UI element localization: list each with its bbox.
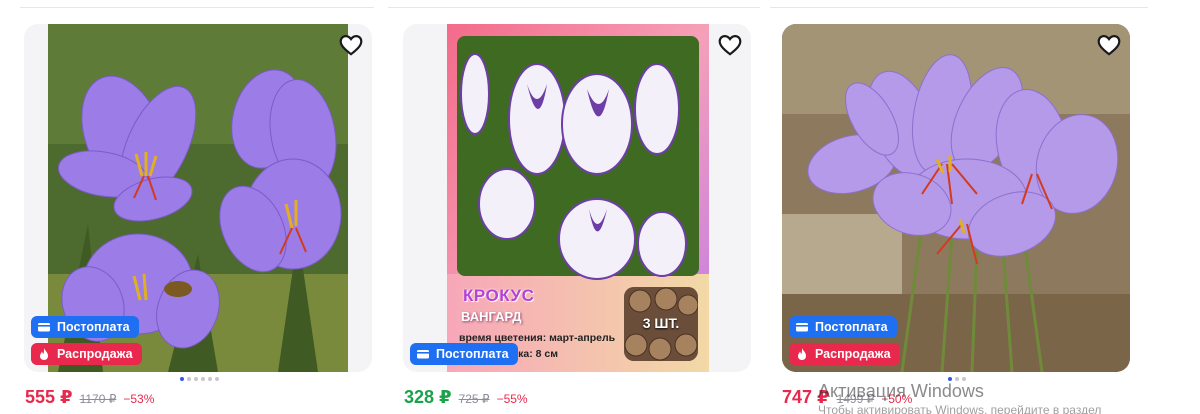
heart-icon	[718, 35, 742, 56]
heart-icon	[339, 35, 363, 56]
card-icon	[796, 323, 808, 332]
postpay-badge: Постоплата	[410, 343, 518, 365]
pagination-dot[interactable]	[215, 377, 219, 381]
fire-icon	[798, 348, 806, 360]
product-card-2[interactable]: КРОКУС ВАНГАРД время цветения: март-апре…	[403, 24, 751, 372]
top-divider	[770, 7, 1148, 8]
price-row: 328 ₽ 725 ₽ −55%	[404, 387, 528, 408]
fire-icon	[40, 348, 48, 360]
product-card-1[interactable]: Постоплата Распродажа	[24, 24, 372, 372]
old-price: 1170 ₽	[79, 392, 117, 406]
heart-icon	[1097, 35, 1121, 56]
postpay-badge: Постоплата	[31, 316, 139, 338]
current-price: 555 ₽	[25, 387, 73, 407]
badge-label: Распродажа	[57, 347, 133, 361]
badge-label: Постоплата	[436, 347, 509, 361]
badge-label: Постоплата	[57, 320, 130, 334]
favorite-button[interactable]	[1096, 32, 1122, 58]
quantity-label: 3 ШТ.	[642, 315, 680, 331]
favorite-button[interactable]	[338, 32, 364, 58]
pagination-dot[interactable]	[201, 377, 205, 381]
pagination-dot[interactable]	[194, 377, 198, 381]
image-pagination[interactable]	[180, 377, 219, 381]
poster-title: КРОКУС	[463, 286, 535, 305]
card-icon	[38, 323, 50, 332]
windows-activation-watermark: Активация Windows	[818, 381, 984, 401]
top-divider	[20, 7, 374, 8]
bulb-quantity-image: 3 ШТ.	[624, 287, 698, 361]
windows-activation-hint: Чтобы активировать Windows, перейдите в …	[818, 403, 1102, 414]
sale-badge: Распродажа	[31, 343, 142, 365]
card-icon	[417, 350, 429, 359]
pagination-dot[interactable]	[180, 377, 184, 381]
current-price: 328 ₽	[404, 387, 452, 407]
price-row: 555 ₽ 1170 ₽ −53%	[25, 387, 154, 408]
pagination-dot[interactable]	[208, 377, 212, 381]
favorite-button[interactable]	[717, 32, 743, 58]
pagination-dot[interactable]	[187, 377, 191, 381]
poster-subtitle: ВАНГАРД	[461, 309, 522, 324]
product-card-3[interactable]: Постоплата Распродажа	[782, 24, 1130, 372]
discount-label: −55%	[496, 392, 528, 406]
badge-label: Распродажа	[815, 347, 891, 361]
top-divider	[388, 7, 760, 8]
postpay-badge: Постоплата	[789, 316, 897, 338]
sale-badge: Распродажа	[789, 343, 900, 365]
old-price: 725 ₽	[458, 392, 490, 406]
poster-line: тка: 8 см	[513, 348, 559, 360]
badge-label: Постоплата	[815, 320, 888, 334]
discount-label: −53%	[123, 392, 155, 406]
